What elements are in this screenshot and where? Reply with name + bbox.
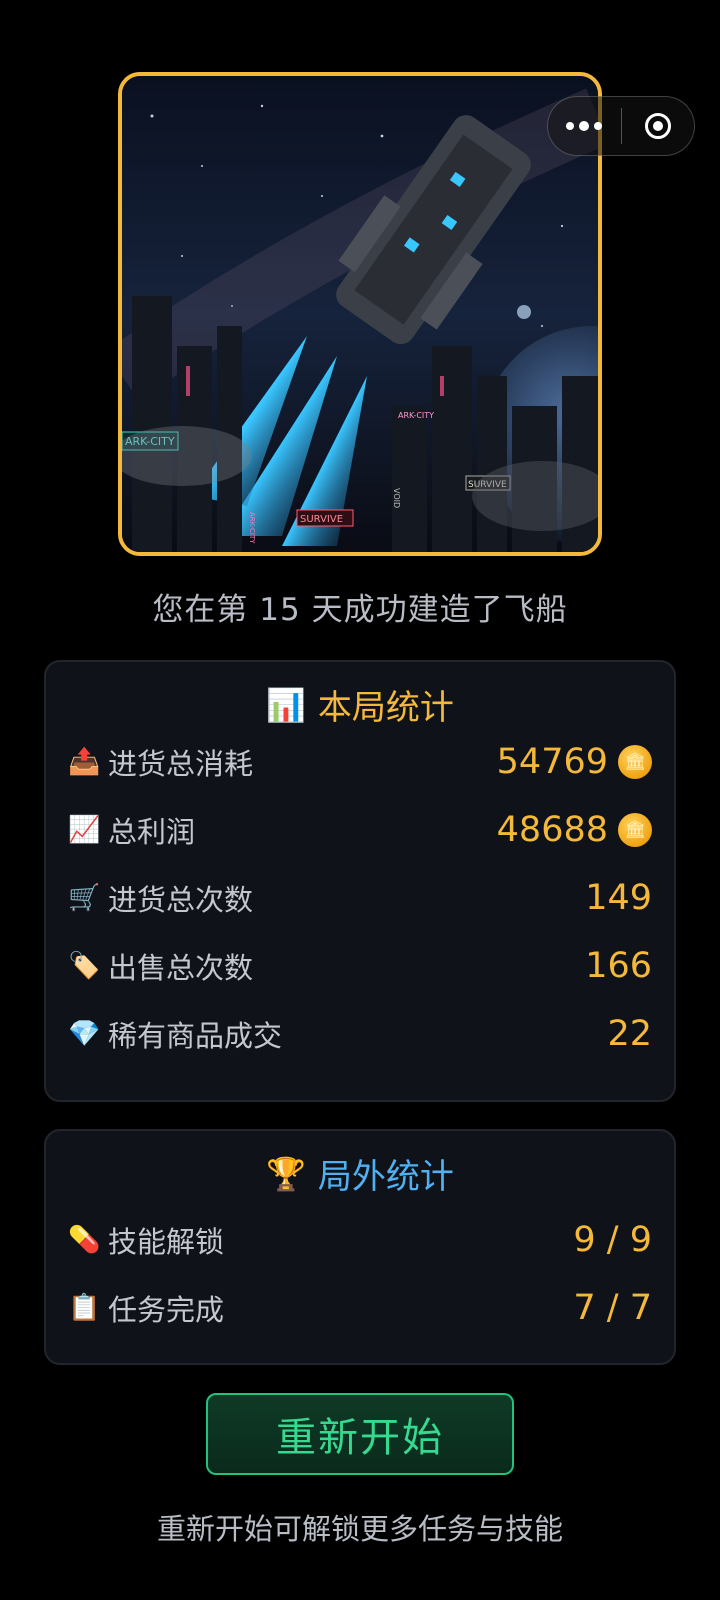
- void-sign: VOID: [392, 488, 401, 508]
- trophy-icon: 🏆: [266, 1154, 306, 1193]
- gem-icon: 💎: [68, 1019, 101, 1049]
- stat-value: 48688: [496, 810, 608, 850]
- stat-value: 22: [607, 1014, 652, 1054]
- close-miniprogram-icon[interactable]: [622, 97, 695, 155]
- stat-value: 9 / 9: [573, 1220, 652, 1260]
- ark-city-sign-3: ARK-CITY: [248, 512, 256, 544]
- shopping-cart-icon: 🛒: [68, 883, 101, 913]
- stat-value: 149: [585, 878, 652, 918]
- coin-icon: 🏛: [618, 813, 652, 847]
- stat-row-purchase-cost: 📤 进货总消耗 54769 🏛: [68, 737, 652, 787]
- price-tag-icon: 🏷️: [68, 951, 101, 981]
- survive-sign: SURVIVE: [300, 514, 343, 525]
- stat-label: 稀有商品成交: [108, 1019, 283, 1053]
- mini-program-capsule: [547, 96, 695, 156]
- more-menu-icon[interactable]: [548, 97, 621, 155]
- stat-value: 54769: [496, 742, 608, 782]
- stat-row-total-profit: 📈 总利润 48688 🏛: [68, 805, 652, 855]
- result-subtitle: 您在第 15 天成功建造了飞船: [152, 592, 568, 628]
- meta-stats-title-text: 局外统计: [317, 1157, 454, 1197]
- stat-value: 166: [585, 946, 652, 986]
- stat-label: 技能解锁: [108, 1225, 225, 1259]
- meta-stats-title: 🏆 局外统计: [46, 1149, 674, 1198]
- meta-stats-card: 🏆 局外统计 💊 技能解锁 9 / 9 📋 任务完成 7 / 7: [44, 1129, 676, 1365]
- run-stats-title: 📊 本局统计: [46, 680, 674, 729]
- pill-icon: 💊: [68, 1225, 101, 1255]
- stat-row-rare-trades: 💎 稀有商品成交 22: [68, 1009, 652, 1059]
- spaceship-image: ARK-CITY SURVIVE SURVIVE ARK-CITY ARK-CI…: [118, 72, 602, 556]
- stat-row-sale-count: 🏷️ 出售总次数 166: [68, 941, 652, 991]
- stat-row-purchase-count: 🛒 进货总次数 149: [68, 873, 652, 923]
- bar-chart-icon: 📊: [266, 685, 306, 724]
- coin-icon: 🏛: [618, 745, 652, 779]
- result-page: ARK-CITY SURVIVE SURVIVE ARK-CITY ARK-CI…: [0, 0, 720, 1600]
- ark-city-sign-2: ARK-CITY: [398, 411, 434, 420]
- stat-label: 进货总次数: [108, 883, 254, 917]
- stat-label: 进货总消耗: [108, 747, 254, 781]
- chart-increasing-icon: 📈: [68, 815, 101, 845]
- stat-row-skills-unlocked: 💊 技能解锁 9 / 9: [68, 1215, 652, 1265]
- run-stats-card: 📊 本局统计 📤 进货总消耗 54769 🏛 📈 总利润 48688 🏛 🛒 进…: [44, 660, 676, 1102]
- stat-label: 任务完成: [108, 1293, 225, 1327]
- stat-value: 7 / 7: [573, 1288, 652, 1328]
- restart-button[interactable]: 重新开始: [206, 1393, 514, 1475]
- outbox-tray-icon: 📤: [68, 747, 101, 777]
- stat-label: 总利润: [108, 815, 196, 849]
- stat-label: 出售总次数: [108, 951, 254, 985]
- stat-row-tasks-completed: 📋 任务完成 7 / 7: [68, 1283, 652, 1333]
- restart-hint: 重新开始可解锁更多任务与技能: [156, 1512, 563, 1546]
- clipboard-icon: 📋: [68, 1293, 101, 1323]
- run-stats-title-text: 本局统计: [317, 688, 454, 728]
